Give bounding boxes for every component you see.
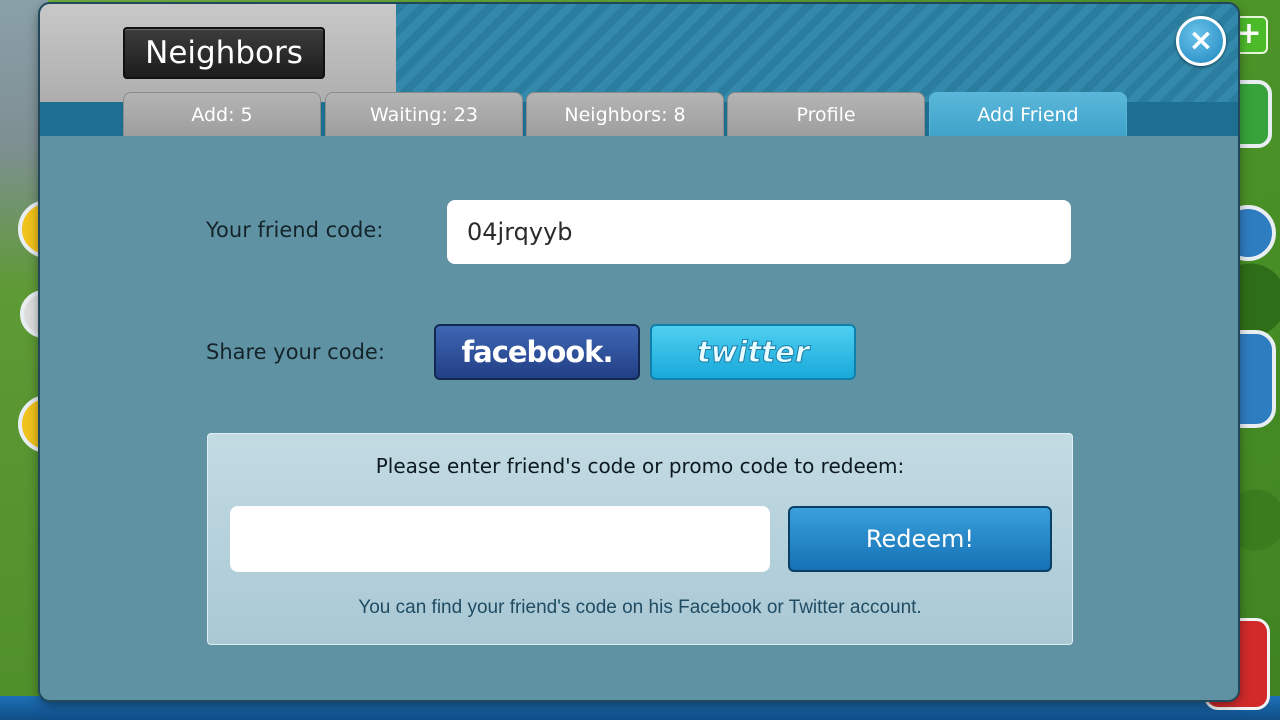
header-title-area: Neighbors — [40, 4, 396, 102]
redeem-button[interactable]: Redeem! — [788, 506, 1052, 572]
friend-code-value: 04jrqyyb — [447, 200, 1071, 264]
tab-neighbors[interactable]: Neighbors: 8 — [526, 92, 724, 138]
friend-code-label: Your friend code: — [206, 218, 384, 242]
twitter-share-button[interactable]: twitter — [650, 324, 856, 380]
redeem-panel: Please enter friend's code or promo code… — [207, 433, 1073, 645]
redeem-code-input[interactable] — [230, 506, 770, 572]
close-icon[interactable]: × — [1176, 16, 1226, 66]
redeem-hint: You can find your friend's code on his F… — [358, 597, 922, 618]
share-code-label: Share your code: — [206, 340, 385, 364]
dialog-header: Neighbors × — [40, 4, 1238, 102]
neighbors-dialog: Neighbors × Add: 5 Waiting: 23 Neighbors… — [40, 4, 1238, 700]
tab-profile[interactable]: Profile — [727, 92, 925, 138]
tab-add[interactable]: Add: 5 — [123, 92, 321, 138]
tab-add-friend[interactable]: Add Friend — [929, 92, 1127, 138]
facebook-share-button[interactable]: facebook. — [434, 324, 640, 380]
dialog-title: Neighbors — [123, 27, 325, 79]
redeem-prompt: Please enter friend's code or promo code… — [375, 454, 905, 478]
tab-waiting[interactable]: Waiting: 23 — [325, 92, 523, 138]
